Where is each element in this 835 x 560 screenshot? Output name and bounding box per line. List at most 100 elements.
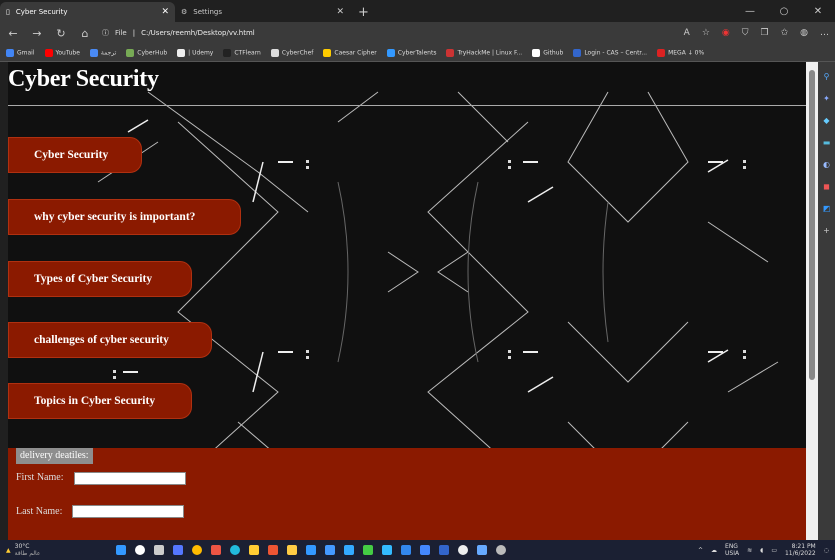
tab-title: Cyber Security xyxy=(15,8,68,16)
temperature: 30°C xyxy=(14,543,30,550)
nav-button-types[interactable]: Types of Cyber Security xyxy=(8,261,192,297)
bookmark-item[interactable]: Login - CAS – Centr... xyxy=(573,48,647,57)
meet-icon[interactable] xyxy=(173,545,183,555)
file-explorer-icon[interactable] xyxy=(287,545,297,555)
more-menu-icon[interactable]: … xyxy=(820,28,829,38)
add-icon[interactable]: + xyxy=(823,226,830,235)
restore-icon[interactable]: ○ xyxy=(767,6,801,17)
bookmark-item[interactable]: TryHackMe | Linux F... xyxy=(446,48,522,57)
refresh-icon[interactable]: ↻ xyxy=(54,27,68,40)
last-name-label: Last Name: xyxy=(16,506,63,517)
edge-icon[interactable] xyxy=(230,545,240,555)
first-name-label: First Name: xyxy=(16,472,64,483)
volume-icon[interactable]: ◖ xyxy=(760,547,763,554)
chevron-up-icon[interactable]: ^ xyxy=(698,547,703,554)
bookmark-item[interactable]: Caesar Cipher xyxy=(323,48,377,57)
language-indicator[interactable]: ENG USIA xyxy=(725,543,739,557)
favorites-icon[interactable]: ✩ xyxy=(781,28,789,38)
app-icon[interactable] xyxy=(363,545,373,555)
collections-icon[interactable]: ❐ xyxy=(761,28,769,38)
store-icon[interactable] xyxy=(325,545,335,555)
tag-icon[interactable]: ◆ xyxy=(823,116,829,125)
outlook-icon[interactable]: ◩ xyxy=(823,204,831,213)
bookmarks-bar: Gmail YouTube ترجمة CyberHub | Udemy CTF… xyxy=(0,44,835,62)
nav-button-challenges[interactable]: challenges of cyber security xyxy=(8,322,212,358)
office-icon[interactable] xyxy=(268,545,278,555)
page-title: Cyber Security xyxy=(8,66,159,92)
url-scheme: File xyxy=(115,29,127,37)
tab-title: Settings xyxy=(193,8,222,16)
app-icon[interactable] xyxy=(211,545,221,555)
weather-widget[interactable]: ▲ 30°C عالم طاقة xyxy=(6,543,96,557)
delivery-form: delivery deatiles: First Name: Last Name… xyxy=(8,448,806,540)
chrome-icon[interactable] xyxy=(192,545,202,555)
nav-button-topics[interactable]: Topics in Cyber Security xyxy=(8,383,192,419)
battery-icon[interactable]: ▭ xyxy=(771,547,777,554)
system-tray: ^ ☁ ENG USIA ≋ ◖ ▭ 8:21 PM 11/6/2022 ◌ xyxy=(698,543,829,557)
app-icon[interactable] xyxy=(477,545,487,555)
edge-sidebar: ⚲ ✦ ◆ ▬ ◐ ◼ ◩ + xyxy=(818,62,835,540)
address-bar: ← → ↻ ⌂ ⓘ File | C:/Users/reemh/Desktop/… xyxy=(0,22,835,44)
nav-button-cyber-security[interactable]: Cyber Security xyxy=(8,137,142,173)
back-icon[interactable]: ← xyxy=(6,27,20,40)
first-name-input[interactable] xyxy=(74,472,186,485)
taskbar-apps xyxy=(116,545,506,555)
bookmark-item[interactable]: | Udemy xyxy=(177,48,213,57)
bookmark-item[interactable]: CyberTalents xyxy=(386,48,436,57)
close-tab-icon[interactable]: ✕ xyxy=(336,7,344,17)
app-icon[interactable] xyxy=(439,545,449,555)
new-tab-button[interactable]: + xyxy=(350,2,377,22)
shield-icon[interactable]: ⛉ xyxy=(742,28,749,38)
bookmark-item[interactable]: MEGA ↓ 0% xyxy=(657,48,704,57)
url-field[interactable]: ⓘ File | C:/Users/reemh/Desktop/vv.html xyxy=(102,24,674,42)
app-icon[interactable] xyxy=(401,545,411,555)
bookmark-item[interactable]: CyberHub xyxy=(126,48,167,57)
read-aloud-icon[interactable]: A xyxy=(684,28,690,38)
app-icon[interactable] xyxy=(249,545,259,555)
page-scrollbar[interactable] xyxy=(806,62,818,540)
toolbar-icons: A ☆ ◉ ⛉ ❐ ✩ ◍ … xyxy=(684,28,829,38)
minimize-icon[interactable]: — xyxy=(733,6,767,17)
close-icon[interactable]: ✕ xyxy=(801,6,835,17)
app-icon[interactable] xyxy=(458,545,468,555)
bookmark-item[interactable]: YouTube xyxy=(44,48,80,57)
start-icon[interactable] xyxy=(116,545,126,555)
bookmark-item[interactable]: Github xyxy=(532,48,563,57)
bookmark-item[interactable]: CyberChef xyxy=(270,48,313,57)
scrollbar-thumb[interactable] xyxy=(809,70,815,380)
favorite-star-icon[interactable]: ☆ xyxy=(702,28,710,38)
task-view-icon[interactable] xyxy=(154,545,164,555)
close-tab-icon[interactable]: ✕ xyxy=(161,7,169,17)
clock[interactable]: 8:21 PM 11/6/2022 xyxy=(785,543,816,557)
search-icon[interactable] xyxy=(135,545,145,555)
app-icon[interactable] xyxy=(306,545,316,555)
home-icon[interactable]: ⌂ xyxy=(78,27,92,40)
notification-icon[interactable]: ◌ xyxy=(824,547,829,554)
bookmark-item[interactable]: CTFlearn xyxy=(223,48,261,57)
window-controls: — ○ ✕ xyxy=(733,0,835,22)
wifi-icon[interactable]: ≋ xyxy=(747,547,752,554)
office-icon[interactable]: ◼ xyxy=(823,182,830,191)
nav-button-why-important[interactable]: why cyber security is important? xyxy=(8,199,241,235)
bookmark-item[interactable]: Gmail xyxy=(6,48,35,57)
search-icon[interactable]: ⚲ xyxy=(824,72,830,81)
app-icon[interactable] xyxy=(420,545,430,555)
last-name-input[interactable] xyxy=(72,505,184,518)
forward-icon[interactable]: → xyxy=(30,27,44,40)
bookmark-item[interactable]: ترجمة xyxy=(89,48,116,57)
briefcase-icon[interactable]: ▬ xyxy=(823,138,831,147)
title-divider xyxy=(8,105,806,106)
cloud-icon[interactable]: ☁ xyxy=(711,547,717,554)
weather-text: عالم طاقة xyxy=(14,550,41,557)
url-text: C:/Users/reemh/Desktop/vv.html xyxy=(141,29,255,37)
tab-settings[interactable]: ⚙ Settings ✕ xyxy=(175,2,350,22)
form-legend: delivery deatiles: xyxy=(16,448,93,464)
extension-icon[interactable]: ◉ xyxy=(722,28,730,38)
settings-icon[interactable] xyxy=(496,545,506,555)
tab-cyber-security[interactable]: ▯ Cyber Security ✕ xyxy=(0,2,175,22)
sparkle-icon[interactable]: ✦ xyxy=(823,94,830,103)
profile-avatar[interactable]: ◍ xyxy=(800,28,808,38)
mail-icon[interactable] xyxy=(344,545,354,555)
app-icon[interactable] xyxy=(382,545,392,555)
people-icon[interactable]: ◐ xyxy=(823,160,830,169)
